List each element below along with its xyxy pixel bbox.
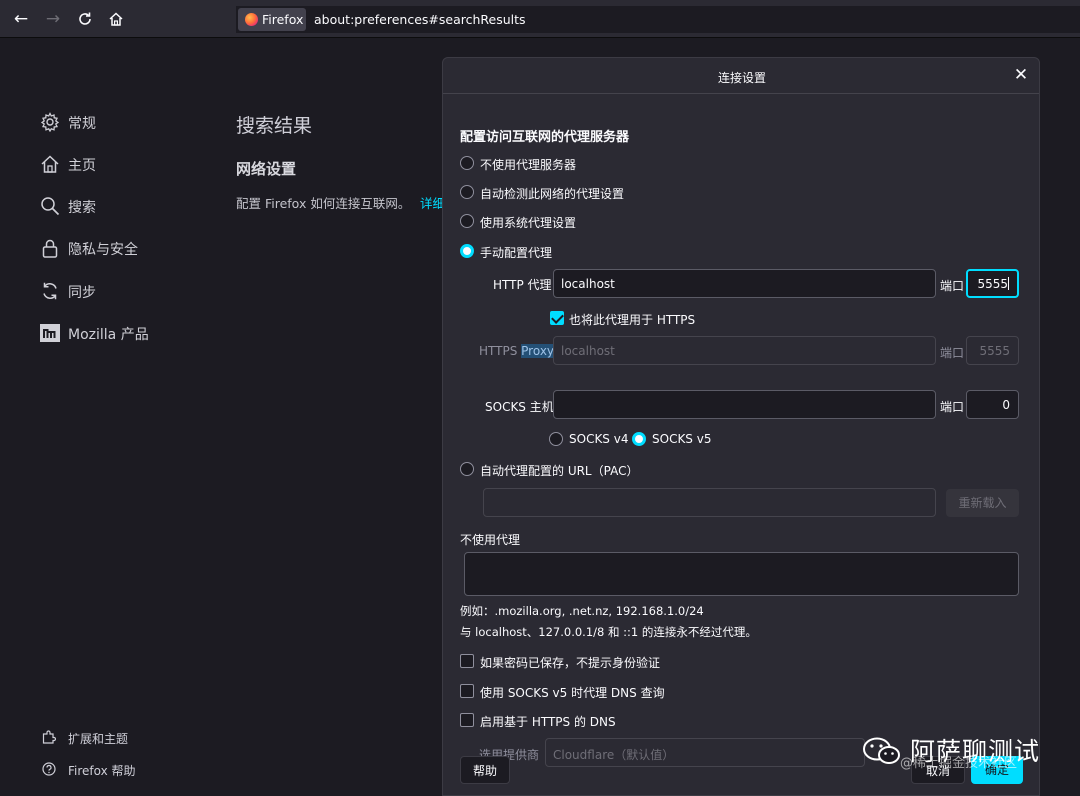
http-port-label: 端口 [940,279,965,293]
dialog-title: 连接设置 [717,71,766,85]
sidebar-bottom-label: 扩展和主题 [68,732,129,746]
socks-port-input[interactable]: 0 [966,390,1019,419]
radio-label: 使用系统代理设置 [480,216,577,230]
no-proxy-for-textarea[interactable] [464,552,1019,596]
reload-pac-button[interactable]: 重新载入 [946,489,1019,517]
mozilla-icon [40,324,60,342]
sidebar-item-label: Mozilla 产品 [68,327,149,343]
checkbox-label: 启用基于 HTTPS 的 DNS [480,715,616,729]
radio-button-selected[interactable] [632,432,646,446]
radio-button[interactable] [549,432,563,446]
also-https-checkbox[interactable] [550,311,564,325]
firefox-logo-icon [245,13,258,26]
radio-label: SOCKS v4 [569,432,629,446]
checkbox-label: 使用 SOCKS v5 时代理 DNS 查询 [480,686,665,700]
pac-url-input[interactable] [483,488,936,517]
no-proxy-for-label: 不使用代理 [460,533,521,547]
identity-box[interactable]: Firefox [238,8,306,31]
radio-button[interactable] [460,156,474,170]
page-title: 搜索结果 [236,115,313,137]
lock-icon [42,239,58,258]
wechat-icon [863,737,900,764]
dialog-divider [443,93,1039,94]
http-proxy-label: HTTP 代理 [493,278,552,292]
radio-button[interactable] [460,214,474,228]
http-proxy-input[interactable]: localhost [553,269,936,298]
also-https-label: 也将此代理用于 HTTPS [569,313,696,327]
http-port-value: 5555 [977,277,1008,291]
url-text[interactable]: about:preferences#searchResults [314,12,526,27]
close-icon[interactable]: ✕ [1012,66,1030,84]
https-proxy-label: HTTPS Proxy [479,344,555,358]
gear-icon [40,112,60,132]
watermark-subtitle: @稀土掘金技术社区 [900,756,1018,771]
radio-label: SOCKS v5 [652,432,712,446]
sidebar-bottom-label: Firefox 帮助 [68,764,136,778]
browser-toolbar: ← → Firefox about:preferences#searchResu… [0,0,1080,38]
socks-host-input[interactable] [553,390,936,419]
puzzle-icon [42,730,56,744]
help-icon [42,762,56,776]
checkbox[interactable] [460,713,474,727]
sidebar-item-label: 搜索 [68,200,96,216]
sidebar-item-label: 隐私与安全 [68,242,138,258]
https-label-prefix: HTTPS [479,344,518,358]
back-arrow-icon[interactable]: ← [11,9,31,29]
radio-button[interactable] [460,462,474,476]
radio-label: 自动检测此网络的代理设置 [480,187,625,201]
reload-icon[interactable] [75,9,95,29]
radio-label: 自动代理配置的 URL（PAC） [480,464,639,478]
home-icon [41,155,59,173]
radio-label: 手动配置代理 [480,246,553,260]
watermark: 阿萨聊测试 @稀土掘金技术社区 [862,728,1062,778]
radio-label: 不使用代理服务器 [480,158,577,172]
section-description: 配置 Firefox 如何连接互联网。 [236,196,411,211]
localhost-note: 与 localhost、127.0.0.1/8 和 ::1 的连接永不经过代理。 [460,625,757,639]
search-icon [41,197,60,216]
connection-settings-dialog: 连接设置 ✕ 配置访问互联网的代理服务器 不使用代理服务器 自动检测此网络的代理… [442,57,1040,796]
socks-host-label: SOCKS 主机 [485,400,554,414]
sync-icon [43,282,57,300]
radio-button-selected[interactable] [460,244,474,258]
home-icon[interactable] [106,9,126,29]
checkbox[interactable] [460,684,474,698]
socks-port-label: 端口 [940,400,965,414]
identity-label: Firefox [262,12,304,27]
provider-select[interactable]: Cloudflare（默认值） [545,738,865,767]
forward-arrow-icon[interactable]: → [43,9,63,29]
sidebar-item-label: 同步 [68,285,96,301]
section-heading: 网络设置 [236,160,297,178]
https-label-suffix: Proxy [521,344,555,358]
https-port-input[interactable]: 5555 [966,336,1019,365]
radio-button[interactable] [460,185,474,199]
http-port-input[interactable]: 5555 [966,269,1019,298]
example-note: 例如：.mozilla.org, .net.nz, 192.168.1.0/24 [460,604,704,618]
url-bar[interactable]: Firefox about:preferences#searchResults [236,6,1080,33]
sidebar-item-label: 常规 [68,116,96,132]
https-proxy-input[interactable]: localhost [553,336,936,365]
https-port-label: 端口 [940,346,965,360]
proxy-heading: 配置访问互联网的代理服务器 [460,130,630,145]
text-caret [1008,277,1009,290]
checkbox[interactable] [460,654,474,668]
checkbox-label: 如果密码已保存，不提示身份验证 [480,656,661,670]
sidebar-item-label: 主页 [68,158,96,174]
help-button[interactable]: 帮助 [460,756,510,784]
